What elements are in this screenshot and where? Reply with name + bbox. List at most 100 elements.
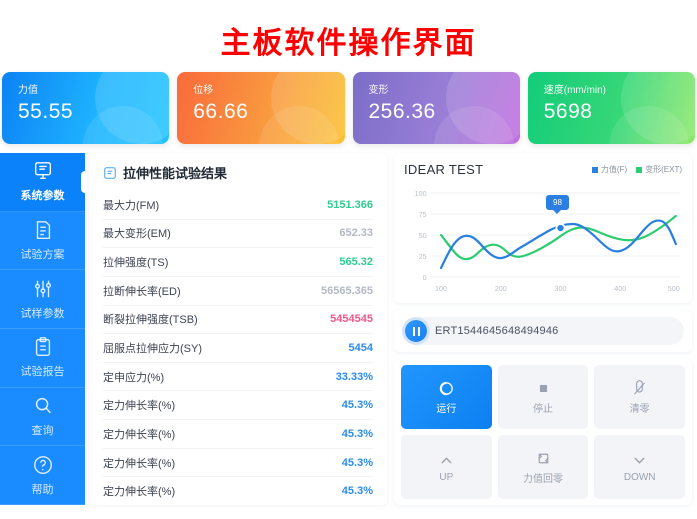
monitor-doc-icon: [32, 160, 54, 182]
result-value: 45.3%: [341, 456, 373, 469]
pause-icon[interactable]: [405, 320, 427, 342]
result-label: 断裂拉伸强度(TSB): [103, 314, 198, 327]
sidebar: 系统参数 试验方案 试样参数 试验报告 查询 帮助: [0, 153, 85, 506]
kpi-card-displacement[interactable]: 位移 66.66: [177, 72, 345, 144]
svg-text:400: 400: [614, 285, 626, 293]
clear-button[interactable]: 清零: [594, 365, 686, 429]
svg-text:100: 100: [415, 190, 427, 198]
kpi-card-deformation[interactable]: 变形 256.36: [352, 72, 520, 144]
down-button[interactable]: DOWN: [594, 435, 686, 499]
table-row[interactable]: 最大变形(EM) 652.33: [103, 218, 373, 248]
table-row[interactable]: 拉伸强度(TS) 565.32: [103, 247, 373, 276]
result-value: 45.3%: [341, 485, 373, 498]
svg-text:25: 25: [419, 253, 427, 261]
document-icon: [32, 219, 54, 241]
result-label: 屈服点拉伸应力(SY): [103, 343, 202, 356]
legend-swatch: [591, 166, 598, 173]
chevron-down-icon: [631, 452, 648, 469]
result-value: 45.3%: [341, 399, 373, 412]
sidebar-item-label: 试样参数: [20, 307, 65, 320]
sidebar-item-test-plan[interactable]: 试验方案: [0, 212, 85, 271]
table-row[interactable]: 断裂拉伸强度(TSB) 5454545: [103, 304, 373, 334]
result-label: 定力伸长率(%): [103, 486, 176, 499]
table-row[interactable]: 拉断伸长率(ED) 56565.365: [103, 275, 373, 305]
chart-svg: 100 75 50 25 0 100 200 300 400 500: [415, 190, 680, 293]
kpi-label: 变形: [368, 85, 389, 96]
result-label: 最大变形(EM): [103, 228, 171, 241]
force-reset-button[interactable]: 力值回零: [497, 435, 589, 499]
sidebar-item-test-report[interactable]: 试验报告: [0, 329, 85, 388]
table-row[interactable]: 最大力(FM) 5151.366: [103, 191, 373, 219]
results-panel-title: 拉伸性能试验结果: [123, 166, 228, 181]
search-icon: [32, 395, 54, 417]
result-value: 33.33%: [335, 370, 373, 383]
chevron-up-icon: [438, 452, 455, 469]
legend-label: 力值(F): [600, 165, 628, 174]
result-label: 定申应力(%): [103, 371, 165, 384]
clipboard-icon: [32, 336, 54, 358]
svg-text:75: 75: [419, 211, 427, 219]
serial-card: ERT1544645648494946: [394, 310, 692, 352]
legend-label: 变形(EXT): [645, 165, 682, 174]
chart-ytick-labels: 100 75 50 25 0: [415, 190, 427, 282]
controls-row-primary: 运行 停止 清零: [401, 365, 686, 429]
kpi-value: 55.55: [18, 100, 74, 123]
sidebar-item-help[interactable]: 帮助: [0, 446, 85, 506]
legend-item-force[interactable]: 力值(F): [591, 164, 628, 175]
kpi-value: 256.36: [368, 100, 436, 123]
stop-icon: [535, 380, 552, 397]
run-button[interactable]: 运行: [401, 365, 492, 429]
result-label: 定力伸长率(%): [103, 457, 176, 470]
sidebar-item-label: 查询: [31, 425, 54, 438]
sidebar-item-query[interactable]: 查询: [0, 388, 85, 447]
main-body: 系统参数 试验方案 试样参数 试验报告 查询 帮助 拉伸性能试验结果 最大力(F…: [0, 153, 697, 506]
result-value: 45.3%: [341, 427, 373, 440]
stop-button[interactable]: 停止: [497, 365, 589, 429]
result-label: 最大力(FM): [103, 199, 160, 212]
svg-text:200: 200: [495, 285, 507, 293]
table-row[interactable]: 定力伸长率(%) 45.3%: [103, 419, 373, 448]
svg-text:100: 100: [435, 285, 447, 293]
table-row[interactable]: 屈服点拉伸应力(SY) 5454: [103, 333, 373, 362]
right-column: IDEAR TEST 力值(F) 变形(EXT) 100 75 50 25 0 …: [394, 153, 692, 505]
table-row[interactable]: 定力伸长率(%) 45.3%: [103, 390, 373, 419]
legend-item-deformation[interactable]: 变形(EXT): [636, 164, 682, 175]
serial-bar[interactable]: ERT1544645648494946: [402, 317, 684, 345]
table-row[interactable]: 定力伸长率(%) 45.3%: [103, 476, 373, 505]
result-value: 5151.366: [327, 198, 373, 211]
chart-plot[interactable]: 100 75 50 25 0 100 200 300 400 500 98: [404, 179, 682, 295]
result-value: 5454: [348, 342, 373, 355]
results-panel-header: 拉伸性能试验结果: [103, 163, 373, 191]
result-value: 5454545: [330, 313, 373, 326]
up-button[interactable]: UP: [401, 435, 492, 499]
sidebar-item-label: 帮助: [31, 483, 54, 496]
sidebar-item-system-params[interactable]: 系统参数: [0, 153, 85, 212]
kpi-label: 位移: [193, 85, 214, 96]
stop-label: 停止: [533, 403, 553, 415]
force-reset-label: 力值回零: [523, 473, 563, 485]
controls-row-jog: UP 力值回零 DOWN: [401, 435, 686, 499]
kpi-card-speed[interactable]: 速度(mm/min) 5698: [527, 72, 695, 144]
report-icon: [103, 166, 117, 180]
result-label: 拉断伸长率(ED): [103, 285, 181, 298]
result-label: 拉伸强度(TS): [103, 257, 169, 270]
results-list: 最大力(FM) 5151.366 最大变形(EM) 652.33 拉伸强度(TS…: [103, 191, 373, 505]
chart-card: IDEAR TEST 力值(F) 变形(EXT) 100 75 50 25 0 …: [394, 153, 692, 303]
kpi-value: 5698: [543, 100, 593, 123]
results-panel: 拉伸性能试验结果 最大力(FM) 5151.366 最大变形(EM) 652.3…: [89, 153, 387, 505]
result-value: 565.32: [339, 256, 373, 269]
question-circle-icon: [32, 454, 54, 476]
clear-label: 清零: [629, 403, 650, 415]
table-row[interactable]: 定申应力(%) 33.33%: [103, 361, 373, 391]
result-label: 定力伸长率(%): [103, 428, 176, 441]
kpi-card-force[interactable]: 力值 55.55: [2, 72, 170, 144]
svg-text:300: 300: [554, 285, 566, 293]
chart-title: IDEAR TEST: [404, 162, 484, 177]
chart-active-point: [555, 223, 566, 233]
sliders-icon: [32, 278, 54, 300]
table-row[interactable]: 定力伸长率(%) 45.3%: [103, 447, 373, 477]
clear-icon: [631, 379, 648, 397]
sidebar-item-label: 系统参数: [20, 190, 65, 203]
sidebar-item-sample-params[interactable]: 试样参数: [0, 270, 85, 330]
svg-text:500: 500: [668, 285, 680, 293]
